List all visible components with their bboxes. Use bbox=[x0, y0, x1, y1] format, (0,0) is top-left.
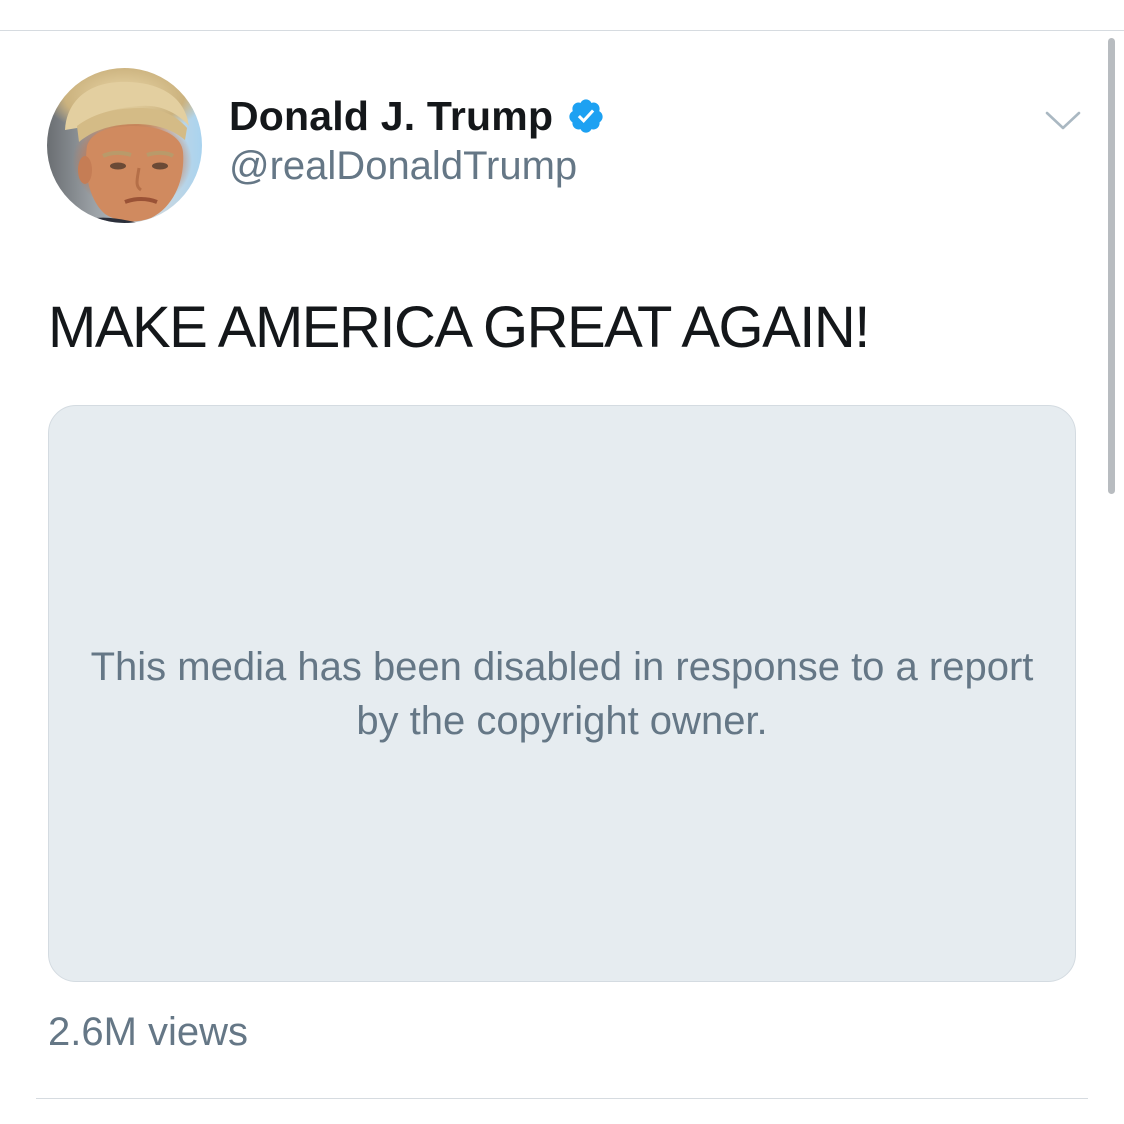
disabled-media-placeholder: This media has been disabled in response… bbox=[48, 405, 1076, 982]
verified-badge-icon bbox=[567, 97, 605, 135]
author-handle[interactable]: @realDonaldTrump bbox=[229, 144, 577, 189]
scrollbar[interactable] bbox=[1108, 38, 1115, 494]
avatar[interactable] bbox=[47, 68, 202, 223]
top-divider bbox=[0, 30, 1124, 31]
tweet-text: MAKE AMERICA GREAT AGAIN! bbox=[48, 295, 870, 360]
view-count: 2.6M views bbox=[48, 1010, 249, 1054]
author-name-row[interactable]: Donald J. Trump bbox=[229, 88, 605, 144]
media-disabled-message: This media has been disabled in response… bbox=[90, 644, 1034, 743]
chevron-down-icon[interactable] bbox=[1044, 108, 1082, 134]
bottom-divider bbox=[36, 1098, 1088, 1099]
author-name[interactable]: Donald J. Trump bbox=[229, 93, 553, 140]
